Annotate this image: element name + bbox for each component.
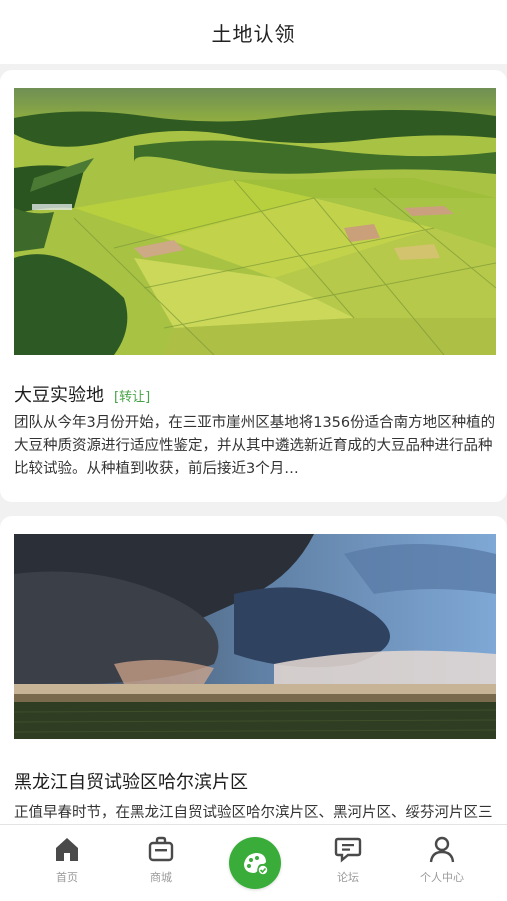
tab-profile[interactable]: 个人中心 (402, 833, 482, 885)
tab-forum[interactable]: 论坛 (308, 833, 388, 885)
home-icon (27, 833, 107, 865)
land-description: 正值早春时节，在黑龙江自贸试验区哈尔滨片区、黑河片区、绥芬河片区三个片区内，项目… (14, 805, 493, 821)
land-title[interactable]: 黑龙江自贸试验区哈尔滨片区 (14, 768, 248, 794)
tab-label: 论坛 (337, 871, 359, 884)
land-title-text: 大豆实验地 (14, 385, 104, 406)
tab-label: 商城 (150, 871, 172, 884)
transfer-tag: [转让] (114, 390, 151, 405)
tab-home[interactable]: 首页 (27, 833, 107, 885)
land-title[interactable]: 大豆实验地 [转让] (14, 381, 150, 407)
land-image-storm[interactable] (14, 534, 496, 801)
land-claim-button[interactable] (229, 837, 281, 889)
person-icon (402, 833, 482, 865)
land-list[interactable]: 大豆实验地 [转让] 团队从今年3月份开始，在三亚市崖州区基地将1356份适合南方… (0, 64, 507, 824)
bottom-tab-bar: 首页 商城 论坛 个人中心 (0, 824, 507, 901)
land-title-text: 黑龙江自贸试验区哈尔滨片区 (14, 772, 248, 793)
land-card[interactable]: 大豆实验地 [转让] 团队从今年3月份开始，在三亚市崖州区基地将1356份适合南方… (0, 70, 507, 502)
tab-mall[interactable]: 商城 (121, 833, 201, 885)
tab-label: 首页 (56, 871, 78, 884)
tab-label: 个人中心 (420, 871, 464, 884)
land-card[interactable]: 黑龙江自贸试验区哈尔滨片区 正值早春时节，在黑龙江自贸试验区哈尔滨片区、黑河片区… (0, 516, 507, 824)
app-header: 土地认领 (0, 0, 507, 64)
land-description: 团队从今年3月份开始，在三亚市崖州区基地将1356份适合南方地区种植的大豆种质资… (14, 415, 496, 477)
forum-icon (308, 833, 388, 865)
land-image-farmland[interactable] (14, 88, 496, 355)
bag-icon (121, 833, 201, 865)
page-title: 土地认领 (211, 21, 296, 46)
land-claim-icon (244, 853, 269, 876)
